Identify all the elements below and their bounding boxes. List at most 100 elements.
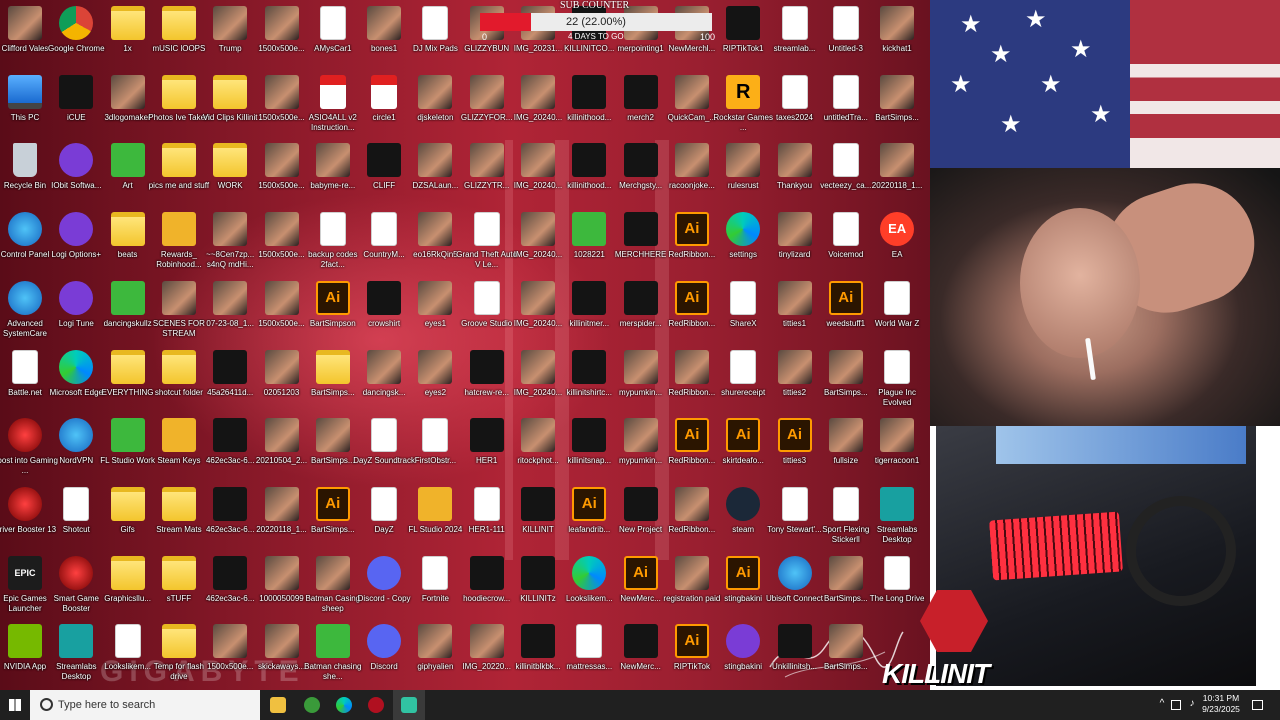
- img-icon: [110, 74, 145, 109]
- desktop-icon[interactable]: BartSimps...: [864, 72, 930, 140]
- purple-icon: [59, 212, 94, 247]
- notification-icon[interactable]: [1252, 700, 1263, 710]
- img-icon: [674, 486, 709, 521]
- doc-icon: [319, 212, 346, 247]
- discord-icon: [367, 555, 402, 590]
- img-icon: [418, 624, 453, 659]
- desktop-icon[interactable]: Plague Inc Evolved: [864, 347, 930, 415]
- folder-icon: [161, 555, 196, 590]
- dark-icon: [623, 143, 658, 178]
- taskbar-edge[interactable]: [328, 690, 360, 720]
- img-icon: [264, 349, 299, 384]
- img-icon: [264, 555, 299, 590]
- doc-icon: [884, 280, 911, 315]
- dark-icon: [623, 486, 658, 521]
- desktop-icon-label: BartSimps...: [824, 662, 868, 672]
- folder-icon: [110, 486, 145, 521]
- img-icon: [315, 555, 350, 590]
- img-icon: [521, 418, 555, 453]
- desk-monitor: [996, 426, 1246, 464]
- img-icon: [828, 555, 863, 590]
- desktop-icon-label: 20220118_1...: [871, 181, 923, 191]
- desktop-icon[interactable]: EA: [864, 209, 930, 277]
- doc-icon: [319, 6, 346, 40]
- ai-icon: [315, 280, 350, 315]
- ai-icon: [572, 486, 607, 521]
- desktop-icon[interactable]: World War Z: [864, 278, 930, 346]
- green-icon: [110, 418, 145, 453]
- dark-icon: [213, 486, 248, 521]
- purple-icon: [59, 280, 94, 315]
- desktop-icon[interactable]: 20220118_1...: [864, 140, 930, 208]
- discord-icon: [367, 624, 402, 659]
- edge-icon: [572, 555, 607, 590]
- taskbar-streamlabs[interactable]: [393, 690, 425, 720]
- purple-icon: [726, 624, 761, 659]
- sub-counter-days: 4 DAYS TO GO: [568, 32, 624, 41]
- desktop-icon-label: EA: [891, 250, 903, 260]
- dark-icon: [213, 349, 248, 384]
- taskbar: Type here to search ^ ♪ 10:31 PM 9/23/20…: [0, 690, 1280, 720]
- network-icon[interactable]: [1171, 700, 1181, 710]
- img-icon: [880, 418, 915, 453]
- red-icon: [8, 486, 42, 521]
- app-icon: [8, 280, 42, 315]
- img-icon: [213, 280, 248, 315]
- gold-icon: [161, 212, 196, 247]
- webcam-feed: [930, 168, 1280, 426]
- ai-icon: [726, 555, 761, 590]
- dark-icon: [623, 624, 658, 659]
- dark-icon: [777, 624, 812, 659]
- nvidia-icon: [8, 624, 42, 659]
- img-icon: [777, 212, 812, 247]
- img-icon: [264, 280, 299, 315]
- folder-icon: [213, 74, 248, 109]
- teal-icon: [880, 486, 915, 521]
- taskbar-search-box[interactable]: Type here to search: [30, 690, 260, 720]
- teal-icon: [59, 624, 94, 659]
- star-icon: ★: [1000, 111, 1022, 138]
- r-icon: [726, 74, 761, 109]
- doc-icon: [832, 6, 859, 40]
- pdf-icon: [371, 74, 398, 109]
- star-icon: ★: [950, 71, 972, 98]
- doc-icon: [371, 212, 398, 247]
- img-icon: [264, 624, 299, 659]
- desktop-icon[interactable]: Streamlabs Desktop: [864, 484, 930, 552]
- dark-icon: [623, 280, 658, 315]
- img-icon: [623, 349, 658, 384]
- flag-overlay: ★ ★ ★ ★ ★ ★ ★ ★: [930, 0, 1280, 168]
- desktop-icon[interactable]: New: [915, 3, 930, 71]
- doc-icon: [576, 624, 603, 659]
- desktop-icon[interactable]: BartSimps...: [813, 621, 879, 689]
- desktop-icon[interactable]: tigerracoon1: [864, 415, 930, 483]
- star-icon: ★: [990, 41, 1012, 68]
- img-icon: [521, 143, 555, 178]
- chevron-up-icon[interactable]: ^: [1156, 698, 1168, 710]
- img-icon: [674, 143, 709, 178]
- taskbar-file-explorer[interactable]: [262, 690, 294, 720]
- ea-icon: [880, 212, 915, 247]
- img-icon: [521, 349, 555, 384]
- start-button[interactable]: [0, 690, 30, 720]
- img-icon: [264, 418, 299, 453]
- img-icon: [521, 74, 555, 109]
- doc-icon: [781, 6, 808, 40]
- green-icon: [110, 143, 145, 178]
- doc-icon: [730, 349, 757, 384]
- search-placeholder: Type here to search: [58, 699, 156, 711]
- record-icon: [368, 697, 384, 713]
- dark-icon: [367, 143, 402, 178]
- img-icon: [777, 143, 812, 178]
- taskbar-obs[interactable]: [360, 690, 392, 720]
- search-icon: [40, 698, 53, 711]
- dark-icon: [469, 555, 504, 590]
- streamlabs-icon: [401, 697, 417, 713]
- taskbar-xbox[interactable]: [296, 690, 328, 720]
- img-icon: [880, 6, 915, 40]
- img-icon: [264, 143, 299, 178]
- taskbar-clock[interactable]: 10:31 PM 9/23/2025: [1196, 693, 1246, 715]
- edge-icon: [726, 212, 761, 247]
- dark-icon: [623, 74, 658, 109]
- folder-icon: [161, 349, 196, 384]
